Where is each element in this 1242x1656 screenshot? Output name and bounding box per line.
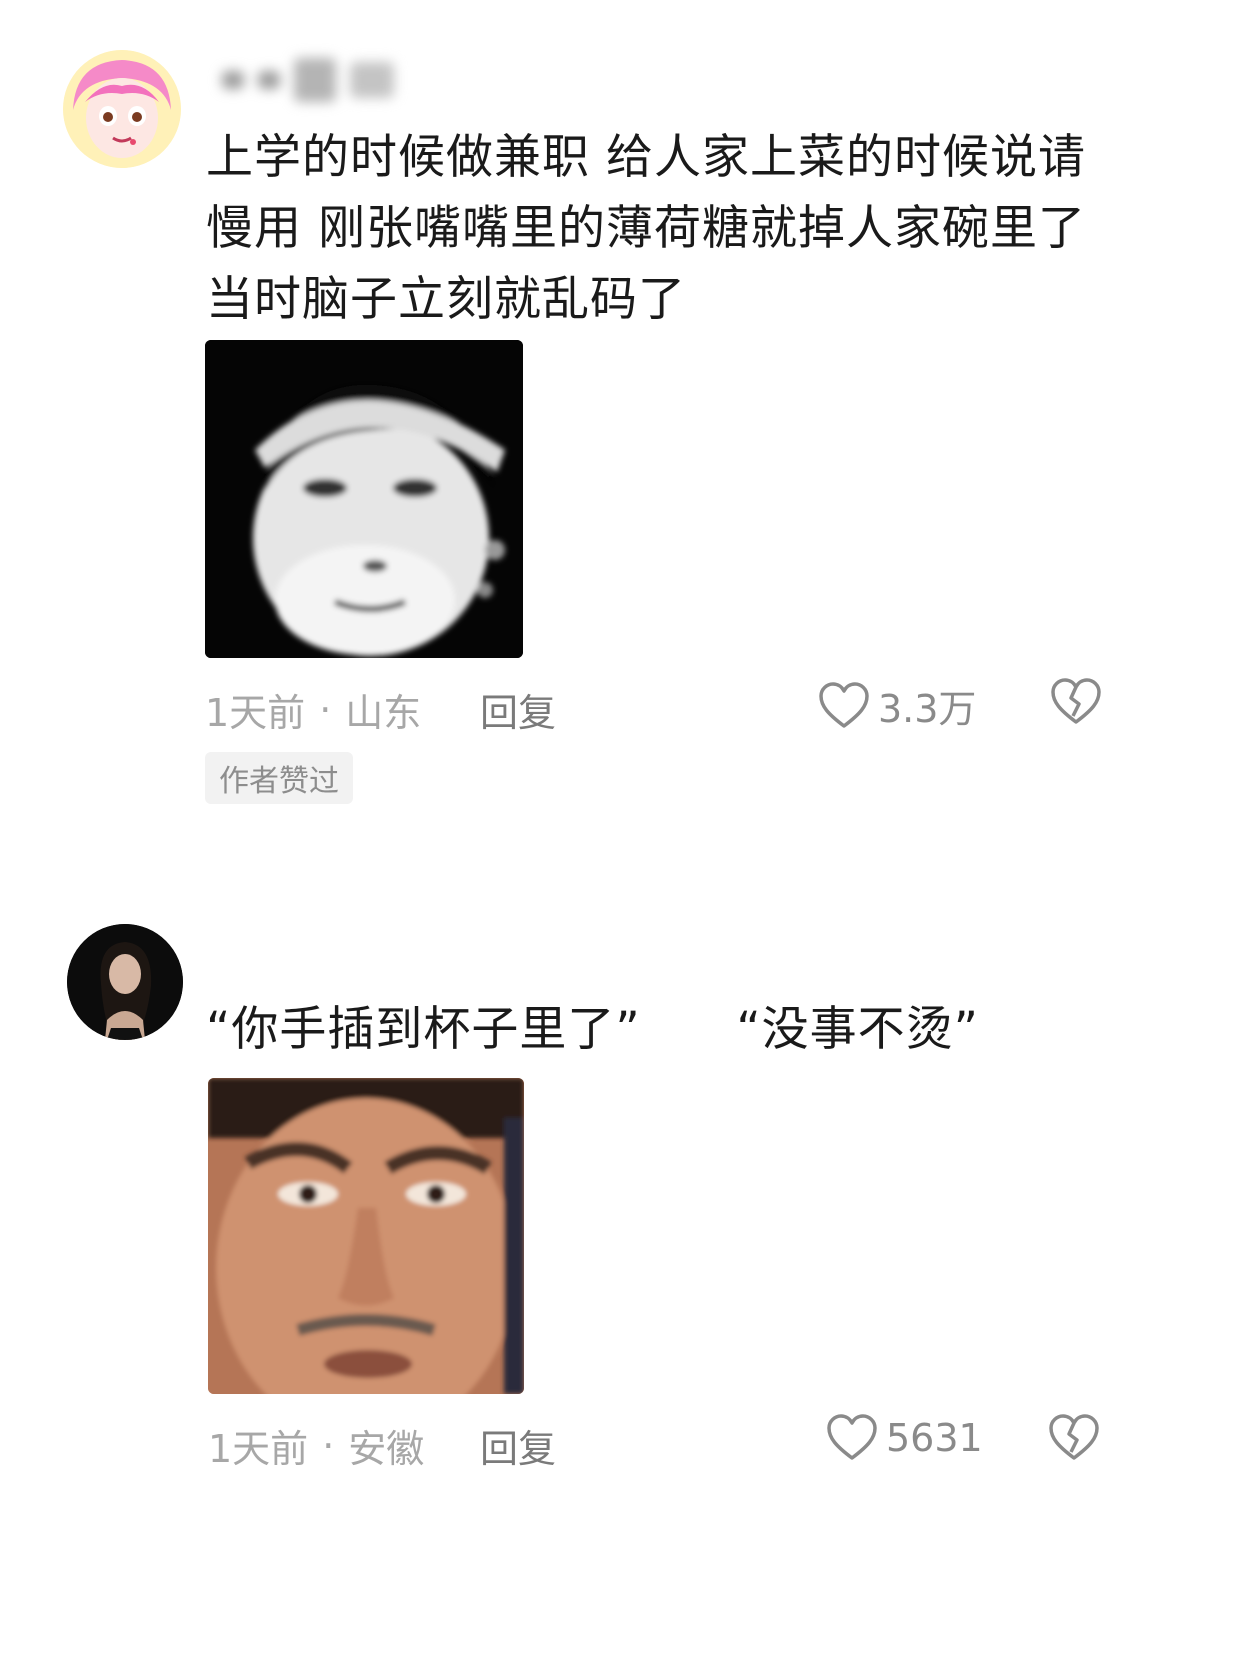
meta-separator: · <box>322 1423 335 1468</box>
username-blurred[interactable] <box>222 58 394 102</box>
heart-outline-icon <box>827 1414 877 1460</box>
heart-outline-icon <box>819 681 869 728</box>
meta-separator: · <box>319 687 332 732</box>
comment-location: 山东 <box>345 691 422 735</box>
user-avatar-1[interactable] <box>63 50 181 168</box>
like-button[interactable]: 3.3万 <box>818 678 976 733</box>
author-liked-badge: 作者赞过 <box>205 752 353 804</box>
reply-button[interactable]: 回复 <box>480 682 556 737</box>
reply-button[interactable]: 回复 <box>480 1418 556 1473</box>
meme-image-panda-face[interactable] <box>205 340 523 658</box>
broken-heart-icon <box>1051 678 1101 724</box>
comment-time: 1天前 <box>208 1427 309 1471</box>
meme-image-man-face[interactable] <box>208 1078 524 1394</box>
woman-photo-avatar-icon <box>67 924 183 1040</box>
comment-text: 上学的时候做兼职 给人家上菜的时候说请 慢用 刚张嘴嘴里的薄荷糖就掉人家碗里了 … <box>206 130 1086 327</box>
panda-meme-icon <box>205 340 523 658</box>
comment-location: 安徽 <box>348 1427 425 1471</box>
man-meme-icon <box>208 1078 524 1394</box>
cartoon-girl-avatar-icon <box>63 50 181 168</box>
user-avatar-2[interactable] <box>67 924 183 1040</box>
like-count: 5631 <box>886 1416 983 1460</box>
comment-meta: 1天前 · 安徽 <box>208 1418 424 1473</box>
comment-time: 1天前 <box>205 691 306 735</box>
broken-heart-icon <box>1049 1414 1099 1460</box>
dislike-button[interactable] <box>1050 678 1102 730</box>
comment-meta: 1天前 · 山东 <box>205 682 421 737</box>
comment-text: “你手插到杯子里了” “没事不烫” <box>206 1002 980 1057</box>
like-count: 3.3万 <box>878 687 977 731</box>
like-button[interactable]: 5631 <box>826 1414 983 1462</box>
dislike-button[interactable] <box>1048 1414 1100 1466</box>
